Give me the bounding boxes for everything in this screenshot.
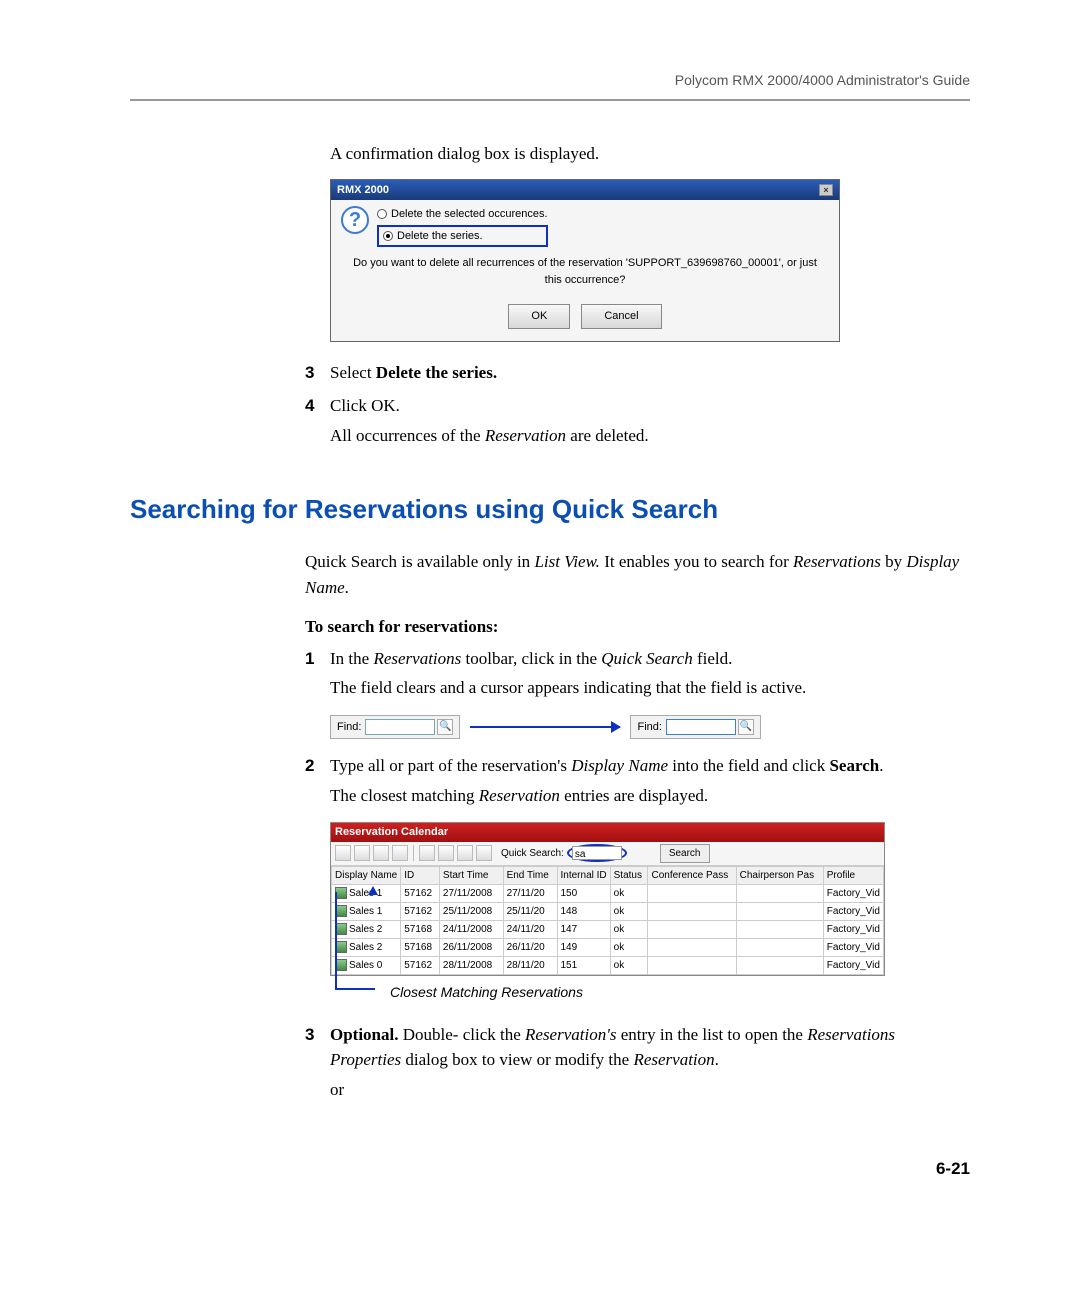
close-icon[interactable]: × <box>819 184 833 196</box>
callout-arrow-icon <box>368 886 378 895</box>
callout-text: Closest Matching Reservations <box>390 982 583 1003</box>
question-icon: ? <box>341 206 369 234</box>
step-4-line1: Click OK. <box>330 393 970 419</box>
step-3b-or: or <box>330 1077 970 1103</box>
table-row[interactable]: Sales 25716824/11/200824/11/20147okFacto… <box>332 920 884 938</box>
find-input[interactable] <box>365 719 435 735</box>
reservation-toolbar: Quick Search: sa Search <box>331 842 884 866</box>
page-number: 6-21 <box>130 1156 970 1182</box>
table-header-row: Display Name ID Start Time End Time Inte… <box>332 866 884 884</box>
arrow-right-icon <box>470 726 620 728</box>
table-row[interactable]: Sales 05716228/11/200828/11/20151okFacto… <box>332 956 884 974</box>
find-bar-active: Find: 🔍 <box>630 715 760 740</box>
find-bar-inactive: Find: 🔍 <box>330 715 460 740</box>
find-input-active[interactable] <box>666 719 736 735</box>
step-4-line2: All occurrences of the Reservation are d… <box>330 423 970 449</box>
col-internal-id[interactable]: Internal ID <box>557 866 610 884</box>
reservation-calendar-panel: Reservation Calendar Quick Search: sa Se… <box>330 822 885 976</box>
intro-text: A confirmation dialog box is displayed. <box>330 141 970 167</box>
quick-search-label: Quick Search: <box>501 846 564 861</box>
header-divider <box>130 99 970 101</box>
section-heading-quick-search: Searching for Reservations using Quick S… <box>130 490 970 529</box>
quick-search-highlight: sa <box>567 844 627 862</box>
step-3b-line1: Optional. Double- click the Reservation'… <box>330 1022 970 1073</box>
step-1-number: 1 <box>305 646 330 705</box>
reservation-table: Display Name ID Start Time End Time Inte… <box>331 866 884 975</box>
search-icon[interactable]: 🔍 <box>437 719 453 735</box>
step-1-line1: In the Reservations toolbar, click in th… <box>330 646 970 672</box>
toolbar-icon-8[interactable] <box>476 845 492 861</box>
radio-delete-occurrences[interactable] <box>377 209 387 219</box>
quick-search-input[interactable]: sa <box>572 846 622 860</box>
col-conference-pass[interactable]: Conference Pass <box>648 866 736 884</box>
step-3-number: 3 <box>305 360 330 390</box>
find-label-active: Find: <box>637 719 661 736</box>
radio-label-series: Delete the series. <box>397 228 483 245</box>
cancel-button[interactable]: Cancel <box>581 304 661 329</box>
step-2-line2: The closest matching Reservation entries… <box>330 783 970 809</box>
col-start-time[interactable]: Start Time <box>439 866 503 884</box>
step-2-line1: Type all or part of the reservation's Di… <box>330 753 970 779</box>
table-row[interactable]: Sales 15716225/11/200825/11/20148okFacto… <box>332 902 884 920</box>
ok-button[interactable]: OK <box>508 304 570 329</box>
callout-bracket <box>335 892 375 990</box>
col-end-time[interactable]: End Time <box>503 866 557 884</box>
step-4-number: 4 <box>305 393 330 452</box>
search-icon-active[interactable]: 🔍 <box>738 719 754 735</box>
col-id[interactable]: ID <box>401 866 440 884</box>
table-row[interactable]: Sales 25716826/11/200826/11/20149okFacto… <box>332 938 884 956</box>
toolbar-icon-3[interactable] <box>373 845 389 861</box>
toolbar-icon-6[interactable] <box>438 845 454 861</box>
radio-label-occurrences: Delete the selected occurences. <box>391 206 548 223</box>
step-2-number: 2 <box>305 753 330 812</box>
toolbar-icon-1[interactable] <box>335 845 351 861</box>
step-1-line2: The field clears and a cursor appears in… <box>330 675 970 701</box>
reservation-calendar-title: Reservation Calendar <box>331 823 884 842</box>
dialog-message: Do you want to delete all recurrences of… <box>331 251 839 298</box>
search-button[interactable]: Search <box>660 844 710 863</box>
find-label: Find: <box>337 719 361 736</box>
col-chairperson-pass[interactable]: Chairperson Pas <box>736 866 823 884</box>
radio-delete-series[interactable] <box>383 231 393 241</box>
quick-search-paragraph: Quick Search is available only in List V… <box>305 549 970 600</box>
toolbar-icon-7[interactable] <box>457 845 473 861</box>
step-3-text: Select Delete the series. <box>330 360 970 386</box>
dialog-title: RMX 2000 <box>337 182 389 199</box>
toolbar-icon-2[interactable] <box>354 845 370 861</box>
toolbar-icon-4[interactable] <box>392 845 408 861</box>
header-guide: Polycom RMX 2000/4000 Administrator's Gu… <box>130 70 970 91</box>
col-status[interactable]: Status <box>610 866 648 884</box>
toolbar-icon-5[interactable] <box>419 845 435 861</box>
table-row[interactable]: Sales 15716227/11/200827/11/20150okFacto… <box>332 884 884 902</box>
step-3b-number: 3 <box>305 1022 330 1107</box>
col-display-name[interactable]: Display Name <box>332 866 401 884</box>
toolbar-separator <box>413 845 414 861</box>
col-profile[interactable]: Profile <box>823 866 883 884</box>
to-search-heading: To search for reservations: <box>305 614 970 640</box>
confirmation-dialog: RMX 2000 × ? Delete the selected occuren… <box>330 179 840 342</box>
